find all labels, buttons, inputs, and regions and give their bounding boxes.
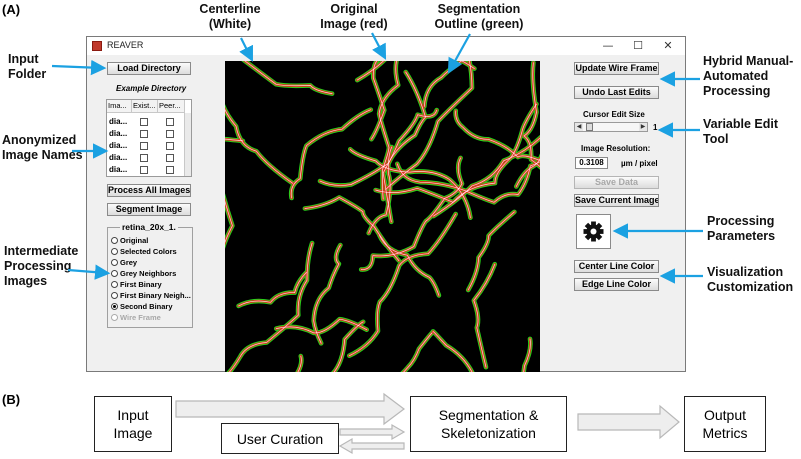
- flow-arrow-segmentation-to-output: [577, 404, 680, 440]
- flow-arrow-curation-to-segmentation: [339, 423, 406, 441]
- flow-arrow-input-to-segmentation: [175, 392, 405, 426]
- flow-arrow-segmentation-to-curation: [338, 437, 405, 455]
- flow-arrows: [175, 392, 680, 455]
